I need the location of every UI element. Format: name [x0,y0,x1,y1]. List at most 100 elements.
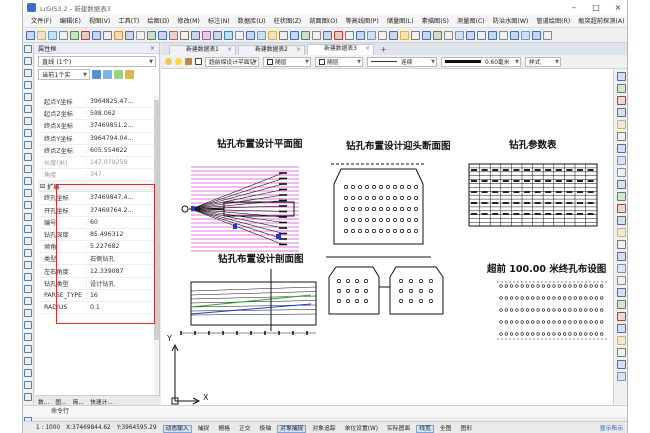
section-header-ext[interactable]: ⊟ 扩展 [38,181,154,193]
property-row[interactable]: 角度 347 [38,169,154,182]
toolbar-tool-icon[interactable] [147,30,156,40]
property-value[interactable]: 60 [86,218,154,226]
modify-tool-icon[interactable] [617,96,626,105]
panel-scrollbar[interactable] [154,96,159,396]
property-value[interactable]: 147.079259 [86,159,154,167]
toolbar-tool-icon[interactable] [510,30,519,40]
modify-tool-icon[interactable] [617,276,626,285]
layer-select[interactable]: 超前探设计平面钻 ▼ [205,56,259,67]
toolbar-tool-icon[interactable] [246,30,255,40]
toolbar-tool-icon[interactable] [334,30,343,40]
toolbar-tool-icon[interactable] [422,30,431,40]
property-row[interactable]: 类型 右侧钻孔 [38,253,154,266]
color-select[interactable]: 随层 ▼ [263,56,311,67]
draw-tool-icon[interactable] [24,93,32,101]
toolbar-tool-icon[interactable] [224,30,233,40]
toolbar-tool-icon[interactable] [26,30,35,40]
property-row[interactable]: RADIUS 0.1 [38,302,154,315]
toolbar-tool-icon[interactable] [136,30,145,40]
menu-item[interactable]: 视图(V) [85,15,114,28]
status-toggle[interactable]: 全图 [437,425,455,433]
modify-tool-icon[interactable] [617,288,626,297]
draw-tool-icon[interactable] [24,237,32,245]
filter-icon[interactable] [114,70,123,79]
property-value[interactable]: 3964794.04... [86,134,154,142]
property-row[interactable]: 终点Y坐标 3964794.04... [38,133,154,145]
draw-tool-icon[interactable] [24,297,32,305]
draw-tool-icon[interactable] [24,357,32,365]
status-toggle[interactable]: 正交 [236,425,254,433]
toolbar-tool-icon[interactable] [367,30,376,40]
property-value[interactable]: 5.227682 [86,243,154,251]
draw-tool-icon[interactable] [24,129,32,137]
status-toggle[interactable]: 捕捉 [195,425,213,433]
quick-select-icon[interactable] [103,70,112,79]
toolbar-tool-icon[interactable] [466,30,475,40]
toolbar-tool-icon[interactable] [48,30,57,40]
property-row[interactable]: 钻孔类型 设计钻孔 [38,278,154,290]
tab-close-icon[interactable]: × [227,46,232,55]
property-value[interactable]: 347 [86,171,154,179]
entity-selector[interactable]: 当前1个实 ▼ [38,69,90,80]
menu-item[interactable]: 数据库(U) [234,15,270,28]
toolbar-tool-icon[interactable] [169,30,178,40]
draw-tool-icon[interactable] [24,309,32,317]
status-toggle[interactable]: 栅格 [215,425,233,433]
menu-item[interactable]: 文件(F) [27,15,56,28]
draw-tool-icon[interactable] [24,69,32,77]
menu-item[interactable]: 管道绘图(R) [532,15,574,28]
draw-tool-icon[interactable] [24,153,32,161]
toolbar-tool-icon[interactable] [213,30,222,40]
toolbar-tool-icon[interactable] [235,30,244,40]
draw-tool-icon[interactable] [24,345,32,353]
property-value[interactable]: 37469851.2... [86,122,154,130]
toolbar-tool-icon[interactable] [356,30,365,40]
menu-item[interactable]: 储量图(L) [383,15,418,28]
modify-tool-icon[interactable] [617,324,626,333]
new-tab-icon[interactable]: + [380,45,387,55]
toolbar-tool-icon[interactable] [389,30,398,40]
property-value[interactable]: 605.554622 [86,146,154,154]
toolbar-tool-icon[interactable] [81,30,90,40]
bulb-icon[interactable] [165,58,172,65]
toolbar-tool-icon[interactable] [488,30,497,40]
toolbar-tool-icon[interactable] [323,30,332,40]
draw-tool-icon[interactable] [24,117,32,125]
lineweight-select[interactable]: 0.60毫米 ▼ [441,56,521,67]
draw-tool-icon[interactable] [24,177,32,185]
toolbar-tool-icon[interactable] [301,30,310,40]
draw-tool-icon[interactable] [24,261,32,269]
toolbar-tool-icon[interactable] [268,30,277,40]
sun-icon[interactable] [175,58,182,65]
modify-tool-icon[interactable] [617,192,626,201]
property-row[interactable]: 开孔坐标 37469764.2... [38,205,154,217]
modify-tool-icon[interactable] [617,360,626,369]
modify-tool-icon[interactable] [617,108,626,117]
lock-icon[interactable] [185,58,192,65]
property-row[interactable]: 编号 60 [38,217,154,229]
draw-tool-icon[interactable] [24,81,32,89]
property-row[interactable]: 左右角度 12.339087 [38,265,154,278]
property-value[interactable]: 右侧钻孔 [86,254,154,264]
modify-tool-icon[interactable] [617,72,626,81]
menu-item[interactable]: 剖面图(O) [305,15,341,28]
toolbar-tool-icon[interactable] [70,30,79,40]
toolbar-tool-icon[interactable] [103,30,112,40]
toolbar-tool-icon[interactable] [532,30,541,40]
toolbar-tool-icon[interactable] [158,30,167,40]
style-select[interactable]: 样式 ▼ [525,56,561,67]
linetype-layer-select[interactable]: 随层 ▼ [315,56,363,67]
tab-close-icon[interactable]: × [365,45,370,54]
toolbar-tool-icon[interactable] [191,30,200,40]
property-value[interactable]: 37469847.4... [86,194,154,202]
toolbar-tool-icon[interactable] [37,30,46,40]
scroll-thumb[interactable] [154,100,159,340]
toolbar-tool-icon[interactable] [444,30,453,40]
document-tab[interactable]: 新建数据表3 × [307,44,374,55]
modify-tool-icon[interactable] [617,84,626,93]
draw-tool-icon[interactable] [24,165,32,173]
pick-icon[interactable] [125,70,134,79]
toolbar-tool-icon[interactable] [543,30,552,40]
toolbar-tool-icon[interactable] [279,30,288,40]
toolbar-tool-icon[interactable] [477,30,486,40]
